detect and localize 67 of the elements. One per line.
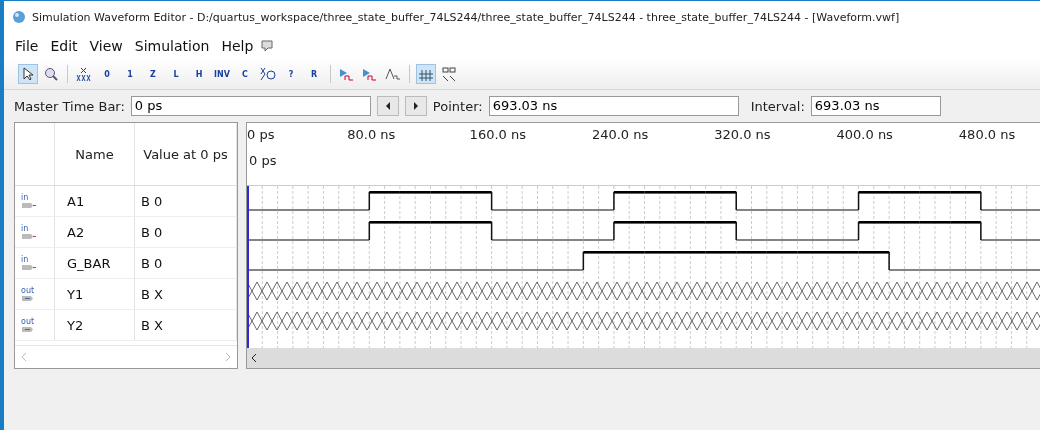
wave-value-button[interactable]: R bbox=[304, 64, 324, 84]
signal-value: B 0 bbox=[135, 186, 237, 216]
wave-value-button[interactable]: L bbox=[166, 64, 186, 84]
window-title: Simulation Waveform Editor - D:/quartus_workspace/three_state_buffer_74LS244/three_state_buffer_74LS244 - three_state_buffer_74LS244 - [Waveform.vwf] bbox=[32, 10, 900, 24]
pointer-field[interactable]: 693.03 ns bbox=[488, 96, 739, 116]
time-tick-label: 240.0 ns bbox=[591, 127, 649, 142]
column-header: Name bbox=[55, 123, 135, 185]
master-time-field[interactable]: 0 ps bbox=[130, 96, 371, 116]
signal-name[interactable]: Y2 bbox=[55, 310, 135, 340]
clock-wave-icon bbox=[260, 66, 276, 82]
pointer-icon bbox=[21, 67, 35, 81]
menu-item[interactable]: Edit bbox=[45, 36, 83, 56]
menu-item[interactable]: View bbox=[84, 36, 128, 56]
unknown-value-icon bbox=[76, 66, 92, 82]
pin-direction-label: in bbox=[21, 193, 29, 202]
time-tick-label: 160.0 ns bbox=[469, 127, 526, 142]
signal-name[interactable]: A1 bbox=[55, 186, 135, 216]
signal-value: B 0 bbox=[135, 217, 237, 247]
time-tick-label: 480.0 ns bbox=[958, 127, 1016, 142]
left-arrow-icon bbox=[384, 102, 391, 110]
signal-name[interactable]: Y1 bbox=[55, 279, 135, 309]
pin-direction-label: out bbox=[21, 286, 35, 295]
menu-item[interactable]: Help bbox=[216, 36, 259, 56]
input-pin-icon bbox=[21, 263, 37, 271]
scroll-left-icon[interactable] bbox=[251, 354, 257, 362]
input-pin-icon bbox=[21, 201, 37, 209]
pin-direction-label: in bbox=[21, 224, 29, 233]
interval-field[interactable]: 693.03 ns bbox=[810, 96, 941, 116]
master-time-label: Master Time Bar: bbox=[14, 98, 125, 114]
time-tick-label: 0 ps bbox=[247, 127, 275, 142]
interval-label: Interval: bbox=[750, 98, 805, 114]
menu-item[interactable]: Simulation bbox=[129, 36, 215, 56]
pin-direction-label: out bbox=[21, 317, 35, 326]
right-arrow-icon bbox=[412, 102, 419, 110]
wave-value-button[interactable]: ? bbox=[281, 64, 301, 84]
app-icon bbox=[12, 10, 26, 24]
next-button[interactable] bbox=[404, 96, 427, 116]
comment-icon[interactable] bbox=[260, 39, 275, 53]
signal-value: B X bbox=[135, 310, 237, 340]
zoom-icon bbox=[44, 67, 58, 81]
simulate-icon bbox=[339, 66, 355, 82]
toolbar-button[interactable] bbox=[439, 64, 459, 84]
column-header: Value at 0 ps bbox=[135, 123, 237, 185]
menu-item[interactable]: File bbox=[10, 36, 44, 56]
pointer-label: Pointer: bbox=[432, 98, 483, 114]
horizontal-scrollbar[interactable] bbox=[247, 348, 1040, 368]
wave-value-button[interactable]: Z bbox=[143, 64, 163, 84]
wave-value-button[interactable]: C bbox=[235, 64, 255, 84]
wave-value-button[interactable]: INV bbox=[212, 64, 232, 84]
pin-direction-label: in bbox=[21, 255, 29, 264]
previous-button[interactable] bbox=[376, 96, 399, 116]
signal-value: B X bbox=[135, 279, 237, 309]
wave-value-button[interactable]: 1 bbox=[120, 64, 140, 84]
wave-value-button[interactable]: H bbox=[189, 64, 209, 84]
toolbar-button[interactable] bbox=[18, 64, 38, 84]
signal-name[interactable]: G_BAR bbox=[55, 248, 135, 278]
grid-icon bbox=[441, 66, 457, 82]
time-tick-label: 400.0 ns bbox=[836, 127, 893, 142]
time-bar-label: 0 ps bbox=[249, 153, 277, 168]
time-tick-label: 320.0 ns bbox=[714, 127, 771, 142]
signal-name[interactable]: A2 bbox=[55, 217, 135, 247]
input-pin-icon bbox=[21, 232, 37, 240]
simulate-icon bbox=[362, 66, 378, 82]
time-tick-label: 80.0 ns bbox=[347, 127, 396, 142]
wave-value-button[interactable]: 0 bbox=[97, 64, 117, 84]
signal-value: B 0 bbox=[135, 248, 237, 278]
waveform-icon bbox=[385, 66, 401, 82]
